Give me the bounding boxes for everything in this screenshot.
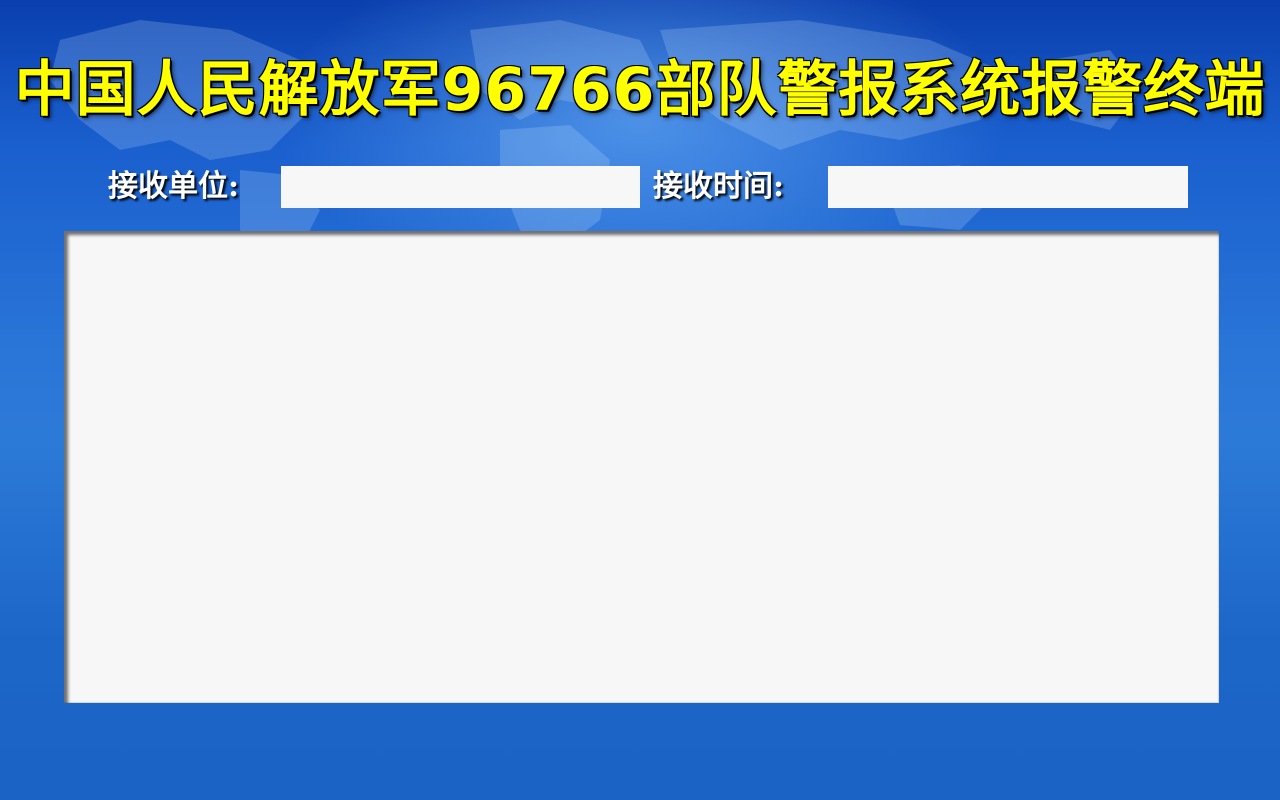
receive-unit-field[interactable] xyxy=(281,166,640,208)
world-map-background xyxy=(50,20,1140,260)
receive-unit-label: 接收单位: xyxy=(108,169,240,204)
receive-time-label: 接收时间: xyxy=(653,169,785,204)
receive-time-field[interactable] xyxy=(828,166,1188,208)
alarm-message-area[interactable] xyxy=(64,231,1219,703)
page-title: 中国人民解放军96766部队警报系统报警终端 xyxy=(14,55,1266,125)
